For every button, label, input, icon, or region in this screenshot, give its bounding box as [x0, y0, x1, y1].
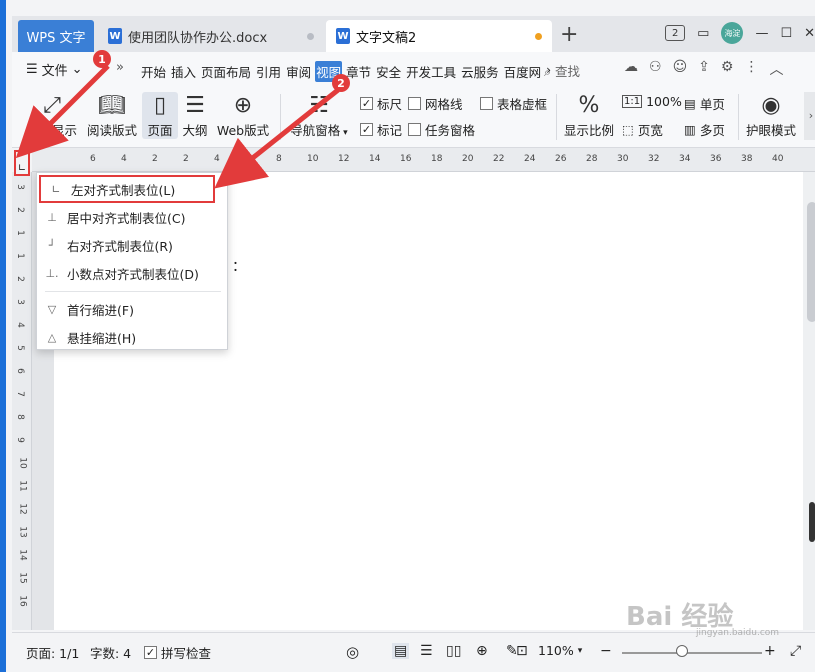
- annotation-marker-2: 2: [332, 74, 350, 92]
- annotation-arrows: [15, 64, 340, 189]
- arrow-to-tab-selector: [15, 64, 110, 159]
- arrow-to-left-tab-item: [214, 88, 340, 189]
- annotation-marker-1: 1: [93, 50, 111, 68]
